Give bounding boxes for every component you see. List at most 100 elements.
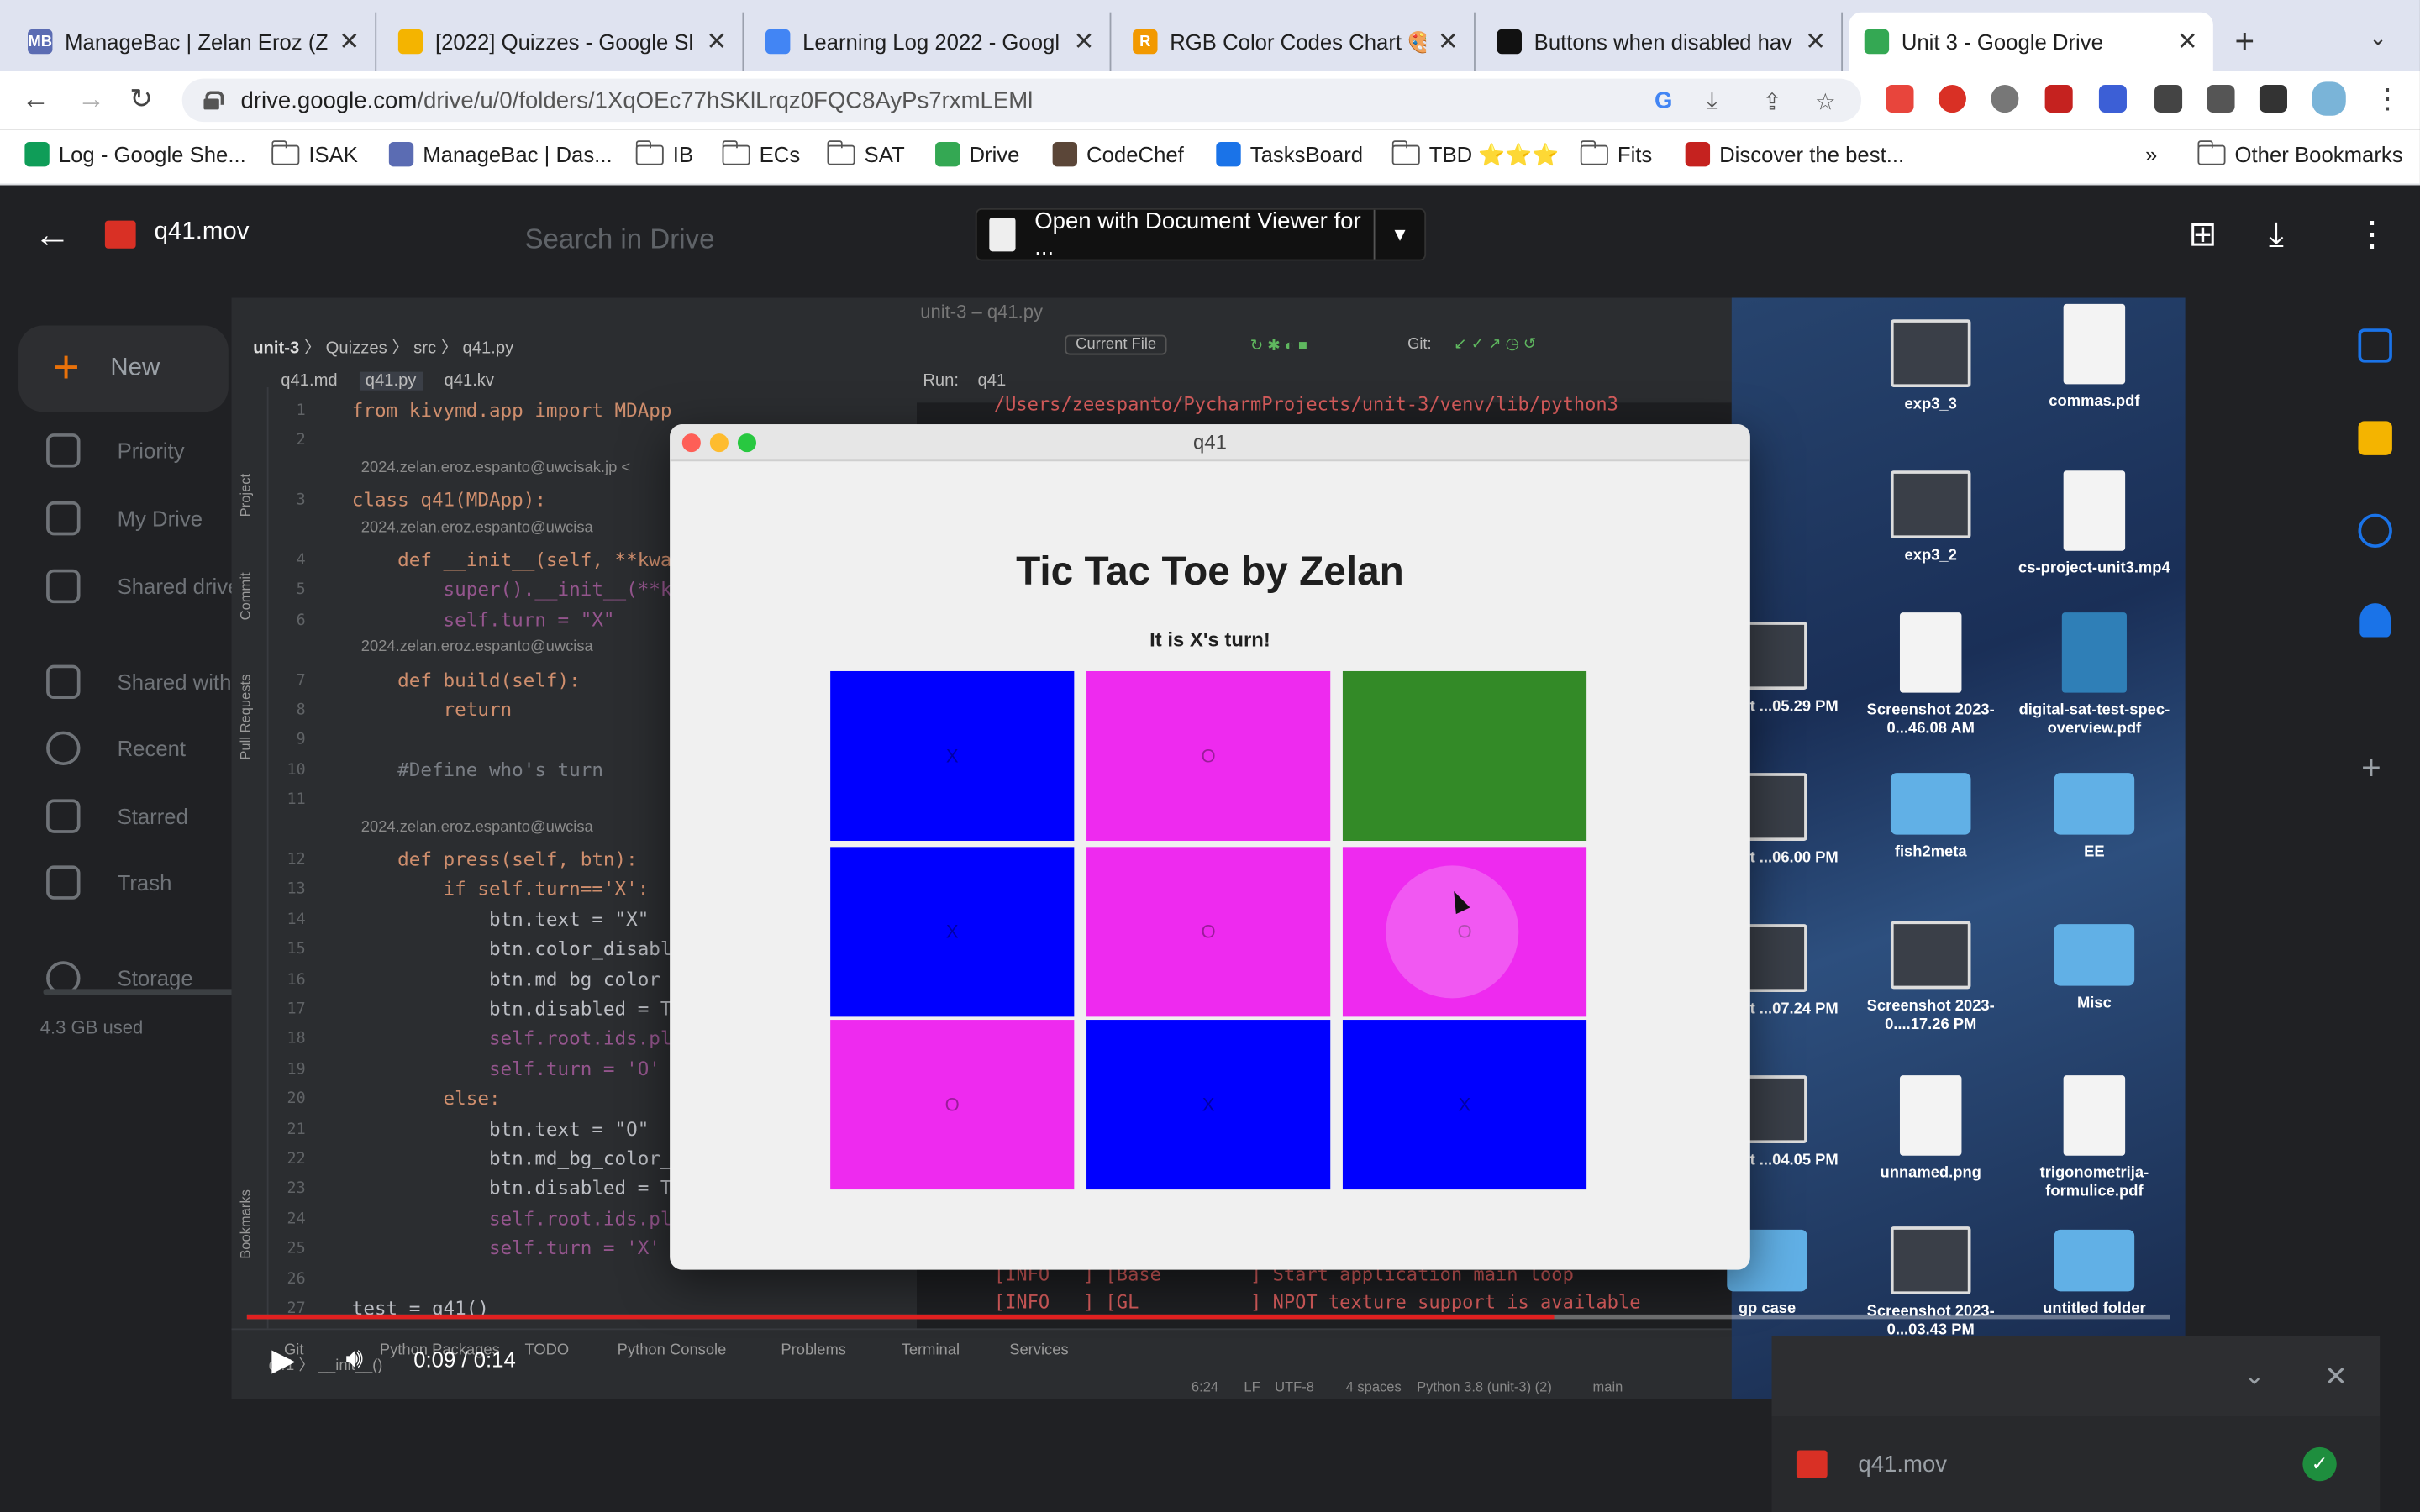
board-cell[interactable]: O xyxy=(1086,847,1331,1017)
board-cell[interactable]: X xyxy=(1086,1020,1331,1190)
more-options-icon[interactable]: ⋮ xyxy=(2355,214,2389,255)
bookmark-item[interactable]: TBD ⭐⭐⭐ xyxy=(1391,140,1559,168)
extension-icon[interactable] xyxy=(1886,85,1914,113)
board-cell[interactable] xyxy=(1342,670,1587,842)
drive-nav-item[interactable]: Starred xyxy=(46,799,188,833)
side-panel-icon[interactable] xyxy=(2259,85,2287,113)
board-cell[interactable]: O xyxy=(1342,847,1587,1017)
drive-nav-item[interactable]: Trash xyxy=(46,865,171,900)
desktop-icon-label: Screenshot 2023-0....17.26 PM xyxy=(1866,998,1995,1034)
board-cell[interactable]: X xyxy=(1342,1020,1587,1190)
volume-icon[interactable]: 🔊︎ xyxy=(345,1342,363,1375)
chevron-down-icon[interactable]: ▼ xyxy=(1373,209,1424,260)
board-cell[interactable]: O xyxy=(830,1020,1075,1190)
puzzle-extensions-icon[interactable] xyxy=(2154,85,2183,113)
share-icon[interactable]: ⇪ xyxy=(1763,88,1782,116)
close-tab-icon[interactable]: ✕ xyxy=(706,26,727,57)
extension-icon[interactable] xyxy=(2098,85,2127,113)
code-line: def build(self): xyxy=(351,669,581,691)
bookmark-item[interactable]: Fits xyxy=(1579,139,1652,166)
close-tab-icon[interactable]: ✕ xyxy=(2177,26,2198,57)
address-bar[interactable]: drive.google.com/drive/u/0/folders/1XqOE… xyxy=(182,78,1862,123)
close-tab-icon[interactable]: ✕ xyxy=(1438,26,1459,57)
bookmarks-overflow-button[interactable]: » xyxy=(2145,142,2157,166)
browser-tab[interactable]: [2022] Quizzes - Google Sl ✕ xyxy=(383,12,744,71)
tasks-icon[interactable] xyxy=(2358,513,2392,549)
play-icon[interactable]: ▶ xyxy=(271,1341,295,1379)
favicon-icon: R xyxy=(1133,29,1158,55)
new-tab-button[interactable]: + xyxy=(2235,22,2255,62)
close-tab-icon[interactable]: ✕ xyxy=(1074,26,1095,57)
back-arrow-icon[interactable]: ← xyxy=(34,214,71,257)
download-icon[interactable]: ⤓ xyxy=(2269,214,2284,255)
reading-list-icon[interactable] xyxy=(2207,85,2235,113)
bookmark-item[interactable]: TasksBoard xyxy=(1216,141,1363,167)
browser-tab[interactable]: MB ManageBac | Zelan Eroz (Ze ✕ xyxy=(13,12,377,71)
drive-nav-item[interactable]: Shared drives xyxy=(46,569,251,604)
bookmark-item[interactable]: ECs xyxy=(721,139,800,166)
bookmark-item[interactable]: Discover the best... xyxy=(1685,141,1904,167)
bookmark-item[interactable]: CodeChef xyxy=(1052,141,1184,167)
bookmark-item[interactable]: IB xyxy=(634,139,693,166)
board-cell[interactable]: O xyxy=(1086,670,1331,842)
close-tab-icon[interactable]: ✕ xyxy=(1805,26,1826,57)
line-number: 25 xyxy=(287,1241,306,1258)
open-with-button[interactable]: Open with Document Viewer for ... ▼ xyxy=(975,207,1427,261)
browser-tab[interactable]: R RGB Color Codes Chart 🎨 ✕ xyxy=(1118,12,1476,71)
bookmark-item[interactable]: Drive xyxy=(935,141,1019,167)
bookmark-item[interactable]: Log - Google She... xyxy=(24,141,246,167)
desktop-icon-label: digital-sat-test-spec-overview.pdf xyxy=(2018,701,2170,738)
viewer-header: ← q41.mov Open with Document Viewer for … xyxy=(0,186,2420,286)
code-line: super().__init__(**kwa xyxy=(351,579,695,601)
ide-tool-tab: Terminal xyxy=(901,1341,960,1360)
game-title: Tic Tac Toe by Zelan xyxy=(1016,548,1404,595)
upload-item[interactable]: q41.mov ✓ xyxy=(1771,1416,2381,1512)
close-icon[interactable]: ✕ xyxy=(2324,1361,2348,1394)
bookmark-item[interactable]: ISAK xyxy=(271,139,358,166)
forward-arrow-icon[interactable]: → xyxy=(77,83,105,116)
browser-tab[interactable]: Unit 3 - Google Drive ✕ xyxy=(1849,12,2213,71)
desktop-icon: exp3_2 xyxy=(1849,470,2012,566)
video-progress-bar[interactable] xyxy=(246,1314,2170,1320)
board-cell[interactable]: X xyxy=(830,847,1075,1017)
file-thumbnail xyxy=(1890,319,1971,388)
add-comment-icon[interactable]: ⊞ xyxy=(2188,214,2217,255)
profile-avatar[interactable] xyxy=(2312,81,2346,116)
new-button[interactable]: + New xyxy=(18,325,229,412)
tab-search-button[interactable]: ⌄ xyxy=(2369,24,2387,50)
reload-icon[interactable]: ↻ xyxy=(129,83,153,116)
folder-icon xyxy=(2054,773,2135,835)
extension-icon[interactable] xyxy=(1991,85,2019,113)
bookmark-star-icon[interactable]: ☆ xyxy=(1815,88,1836,116)
board-cell[interactable]: X xyxy=(830,670,1075,842)
nav-label: Shared drives xyxy=(117,574,251,599)
collapse-icon[interactable]: ⌄ xyxy=(2244,1361,2265,1392)
drive-nav-item[interactable]: Priority xyxy=(46,433,185,468)
drive-nav-item[interactable]: Recent xyxy=(46,731,186,766)
back-arrow-icon[interactable]: ← xyxy=(22,83,50,116)
drive-nav-item[interactable]: My Drive xyxy=(46,501,203,536)
ide-status-item: 4 spaces xyxy=(1345,1379,1402,1395)
add-addon-icon[interactable]: + xyxy=(2361,748,2381,789)
ide-file-tabs: q41.md q41.py q41.kv xyxy=(281,371,495,391)
extension-icon[interactable] xyxy=(1938,85,1966,113)
bookmark-item[interactable]: SAT xyxy=(826,139,905,166)
close-tab-icon[interactable]: ✕ xyxy=(339,26,360,57)
contacts-icon[interactable] xyxy=(2360,603,2391,638)
google-lens-icon[interactable]: G xyxy=(1655,88,1672,114)
other-bookmarks-folder[interactable]: Other Bookmarks xyxy=(2196,139,2403,166)
video-player[interactable]: unit-3 – q41.py unit-3 〉 Quizzes 〉 src 〉… xyxy=(231,297,2186,1399)
keep-icon[interactable] xyxy=(2358,421,2392,455)
menu-kebab-icon[interactable]: ⋮ xyxy=(2374,83,2402,116)
browser-tab[interactable]: Learning Log 2022 - Googl ✕ xyxy=(750,12,1112,71)
extension-icon[interactable] xyxy=(2044,85,2073,113)
nav-label: My Drive xyxy=(117,506,203,531)
browser-tab[interactable]: Buttons when disabled hav ✕ xyxy=(1481,12,1844,71)
desktop-icon-label: Screenshot 2023-0...46.08 AM xyxy=(1866,701,1995,738)
bookmark-item[interactable]: ManageBac | Das... xyxy=(388,141,613,167)
desktop-icon: exp3_3 xyxy=(1849,319,2012,415)
calendar-icon[interactable] xyxy=(2358,328,2392,363)
install-app-icon[interactable]: ⤓ xyxy=(1707,88,1717,114)
line-number: 7 xyxy=(296,672,306,690)
ide-tool-tab: Python Console xyxy=(617,1341,727,1360)
